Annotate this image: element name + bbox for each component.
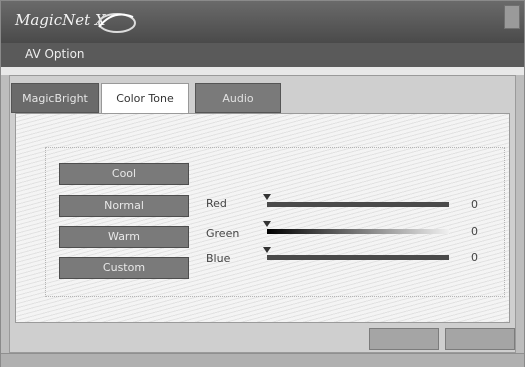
red-slider-thumb[interactable] (263, 194, 271, 200)
green-label: Green (206, 227, 240, 240)
status-bar (1, 353, 524, 367)
separator-strip (1, 67, 524, 75)
custom-button[interactable]: Custom (59, 257, 189, 279)
close-button[interactable] (504, 5, 520, 29)
title-bar[interactable]: MagicNet X (1, 1, 524, 43)
blue-slider-thumb[interactable] (263, 247, 271, 253)
red-slider[interactable] (263, 194, 449, 208)
window-title: AV Option (25, 47, 85, 61)
tab-audio[interactable]: Audio (195, 83, 281, 113)
green-slider-track[interactable] (267, 229, 449, 234)
green-value: 0 (471, 225, 478, 238)
warm-button[interactable]: Warm (59, 226, 189, 248)
cool-button[interactable]: Cool (59, 163, 189, 185)
red-label: Red (206, 197, 227, 210)
tab-magicbright[interactable]: MagicBright (11, 83, 99, 113)
green-slider-thumb[interactable] (263, 221, 271, 227)
blue-slider[interactable] (263, 247, 449, 261)
green-slider[interactable] (263, 221, 449, 235)
apply-button[interactable] (369, 328, 439, 350)
blue-value: 0 (471, 251, 478, 264)
swirl-logo-icon (98, 13, 136, 33)
blue-slider-track[interactable] (267, 255, 449, 260)
normal-button[interactable]: Normal (59, 195, 189, 217)
red-slider-track[interactable] (267, 202, 449, 207)
section-title-bar: AV Option (1, 43, 524, 67)
blue-label: Blue (206, 252, 231, 265)
red-value: 0 (471, 198, 478, 211)
tab-color-tone[interactable]: Color Tone (101, 83, 189, 114)
cancel-button[interactable] (445, 328, 515, 350)
av-option-window: MagicNet X AV Option MagicBright Color T… (0, 0, 525, 367)
app-title: MagicNet X (15, 11, 106, 29)
